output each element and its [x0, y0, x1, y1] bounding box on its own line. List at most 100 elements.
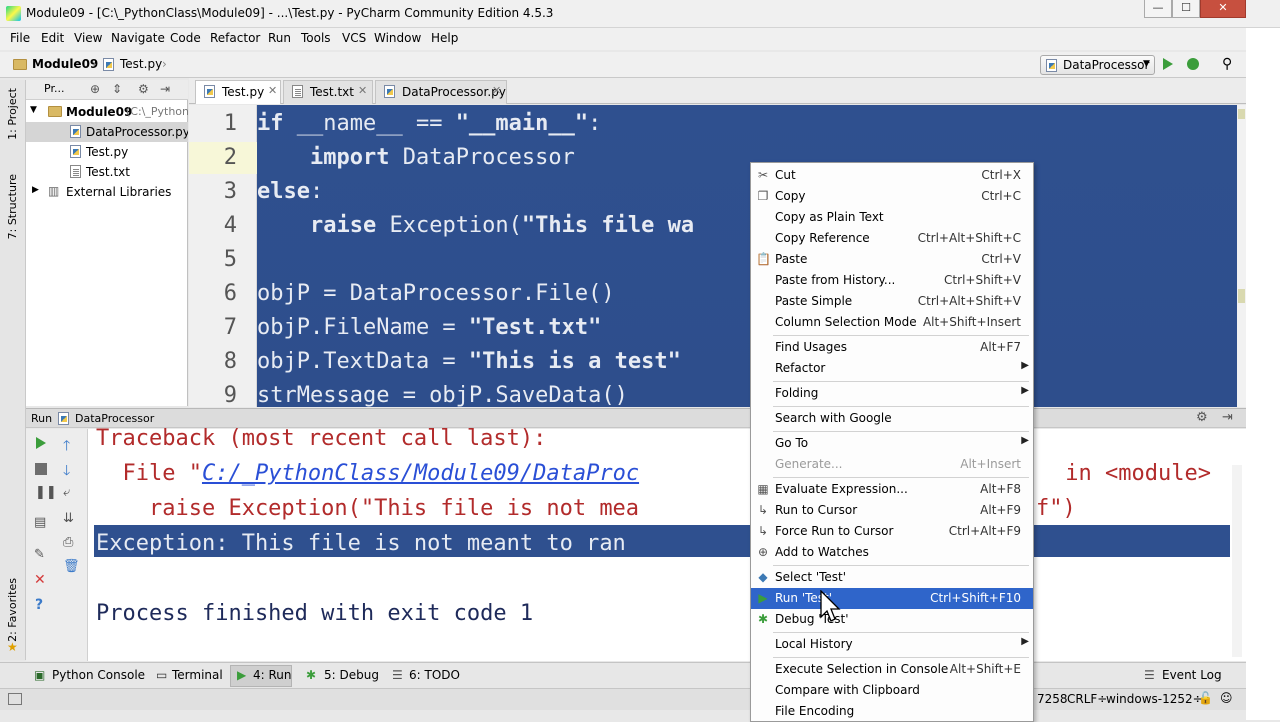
- tab-run[interactable]: 4: Run: [253, 668, 292, 682]
- tab-dataprocessor-py[interactable]: DataProcessor.py ✕: [375, 80, 507, 104]
- breadcrumb-folder[interactable]: Module09: [32, 57, 98, 71]
- breadcrumb-file[interactable]: Test.py: [120, 57, 162, 71]
- menu-navigate[interactable]: Navigate: [111, 31, 165, 45]
- menu-item-go-to[interactable]: Go To ▶: [751, 433, 1033, 454]
- menu-item-find-usages[interactable]: Find Usages Alt+F7: [751, 337, 1033, 358]
- arrow-down-icon[interactable]: 🡓: [63, 460, 70, 484]
- menu-run[interactable]: Run: [268, 31, 291, 45]
- menu-item-cut[interactable]: ✂ Cut Ctrl+X: [751, 165, 1033, 186]
- menu-view[interactable]: View: [74, 31, 102, 45]
- stop-icon[interactable]: [35, 463, 47, 475]
- run-config-dropdown[interactable]: DataProcessor ▼: [1040, 55, 1155, 75]
- menu-item-compare-with-clipboard[interactable]: Compare with Clipboard: [751, 680, 1033, 701]
- menu-item-copy[interactable]: ❐ Copy Ctrl+C: [751, 186, 1033, 207]
- menu-item-local-history[interactable]: Local History ▶: [751, 634, 1033, 655]
- run-header-config[interactable]: DataProcessor: [75, 412, 154, 425]
- menu-item-run-test[interactable]: ▶ Run 'Test' Ctrl+Shift+F10: [751, 588, 1033, 609]
- gear-icon[interactable]: ⚙: [1196, 410, 1208, 425]
- console-scrollbar[interactable]: [1232, 465, 1242, 657]
- close-icon[interactable]: ✕: [492, 84, 501, 97]
- file-encoding[interactable]: windows-1252÷: [1106, 692, 1203, 706]
- code-line[interactable]: strMessage = objP.SaveData(): [257, 383, 628, 407]
- code-line[interactable]: objP = DataProcessor.File(): [257, 281, 615, 306]
- file-link[interactable]: C:/_PythonClass/Module09/DataProc: [202, 461, 639, 486]
- tab-event-log[interactable]: Event Log: [1162, 668, 1222, 682]
- help-icon[interactable]: ?: [35, 597, 43, 613]
- menu-item-paste[interactable]: 📋 Paste Ctrl+V: [751, 249, 1033, 270]
- menu-refactor[interactable]: Refactor: [210, 31, 260, 45]
- menu-item-paste-from-history[interactable]: Paste from History... Ctrl+Shift+V: [751, 270, 1033, 291]
- tool-window-toggle-icon[interactable]: [8, 693, 22, 705]
- hide-icon[interactable]: ⇥: [160, 82, 170, 96]
- menu-item-add-to-watches[interactable]: ⊕ Add to Watches: [751, 542, 1033, 563]
- trash-icon[interactable]: 🗑: [63, 559, 80, 574]
- close-icon[interactable]: ✕: [268, 84, 277, 97]
- project-view-label[interactable]: Pr...: [44, 82, 64, 95]
- tree-item[interactable]: Test.txt: [26, 162, 188, 182]
- print-icon[interactable]: ⎙: [63, 535, 73, 550]
- debug-icon[interactable]: [1187, 58, 1199, 70]
- soft-wrap-icon[interactable]: ⤶: [63, 485, 70, 500]
- code-line[interactable]: objP.FileName = "Test.txt": [257, 315, 601, 340]
- search-icon[interactable]: ⚲: [1222, 56, 1232, 72]
- arrow-up-icon[interactable]: 🡑: [63, 435, 70, 459]
- menu-file[interactable]: File: [10, 31, 30, 45]
- menu-edit[interactable]: Edit: [41, 31, 64, 45]
- menu-item-paste-simple[interactable]: Paste Simple Ctrl+Alt+Shift+V: [751, 291, 1033, 312]
- menu-item-column-selection-mode[interactable]: Column Selection Mode Alt+Shift+Insert: [751, 312, 1033, 333]
- tab-test-txt[interactable]: Test.txt ✕: [283, 80, 373, 104]
- menu-item-evaluate-expression[interactable]: ▦ Evaluate Expression... Alt+F8: [751, 479, 1033, 500]
- caret-position[interactable]: 7258: [1037, 692, 1068, 706]
- structure-tool-tab[interactable]: 7: Structure: [6, 174, 19, 239]
- editor-scrollbar[interactable]: [1237, 105, 1246, 407]
- menu-item-execute-selection-in-console[interactable]: Execute Selection in Console Alt+Shift+E: [751, 659, 1033, 680]
- lock-icon[interactable]: 🔓: [1198, 691, 1213, 705]
- menu-item-refactor[interactable]: Refactor ▶: [751, 358, 1033, 379]
- tab-test-py[interactable]: Test.py ✕: [195, 80, 281, 104]
- tab-python-console[interactable]: Python Console: [52, 668, 145, 682]
- scroll-end-icon[interactable]: ⇊: [63, 511, 74, 526]
- run-console[interactable]: 🡑 🡓 ❚❚ ⤶ ▤ ⇊ ⎙ ✎ 🗑 ✕ ? Traceback (most r…: [26, 426, 1246, 661]
- tab-debug[interactable]: 5: Debug: [324, 668, 379, 682]
- code-line[interactable]: if __name__ == "__main__":: [257, 111, 601, 136]
- code-area[interactable]: if __name__ == "__main__": import DataPr…: [257, 105, 1237, 407]
- menu-code[interactable]: Code: [170, 31, 201, 45]
- line-separator[interactable]: CRLF÷: [1067, 692, 1107, 706]
- menu-help[interactable]: Help: [431, 31, 458, 45]
- tree-root[interactable]: ▼ Module09 (C:\_Python: [26, 102, 188, 122]
- close-button[interactable]: ✕: [1200, 0, 1246, 18]
- minimize-button[interactable]: —: [1144, 0, 1172, 18]
- menu-item-file-encoding[interactable]: File Encoding: [751, 701, 1033, 722]
- hide-icon[interactable]: ⇥: [1222, 410, 1233, 425]
- menu-item-copy-as-plain-text[interactable]: Copy as Plain Text: [751, 207, 1033, 228]
- menu-item-run-to-cursor[interactable]: ↳ Run to Cursor Alt+F9: [751, 500, 1033, 521]
- close-icon[interactable]: ✕: [34, 572, 46, 588]
- target-icon[interactable]: ⊕: [90, 82, 100, 96]
- menu-tools[interactable]: Tools: [301, 31, 331, 45]
- code-line[interactable]: import DataProcessor: [257, 145, 575, 170]
- gear-icon[interactable]: ⚙: [138, 82, 149, 96]
- favorites-tool-tab[interactable]: 2: Favorites: [6, 578, 19, 642]
- menu-vcs[interactable]: VCS: [342, 31, 366, 45]
- tree-item[interactable]: DataProcessor.py: [26, 122, 188, 142]
- menu-item-force-run-to-cursor[interactable]: ↳ Force Run to Cursor Ctrl+Alt+F9: [751, 521, 1033, 542]
- pause-icon[interactable]: ❚❚: [35, 485, 57, 500]
- code-line[interactable]: objP.TextData = "This is a test": [257, 349, 681, 374]
- collapse-icon[interactable]: ⇕: [112, 82, 122, 96]
- code-editor[interactable]: 1 2 3 4 5 6 7 8 9 if __name__ == "__main__": imp…: [189, 105, 1246, 407]
- menu-item-select-test[interactable]: ◆ Select 'Test': [751, 567, 1033, 588]
- maximize-button[interactable]: ☐: [1172, 0, 1200, 18]
- project-tool-tab[interactable]: 1: Project: [6, 88, 19, 140]
- inspector-icon[interactable]: ☺: [1220, 691, 1233, 705]
- tree-item-external[interactable]: ▶ ▥ External Libraries: [26, 182, 188, 202]
- tree-item[interactable]: Test.py: [26, 142, 188, 162]
- run-icon[interactable]: [1163, 58, 1173, 70]
- tab-terminal[interactable]: Terminal: [172, 668, 223, 682]
- tab-todo[interactable]: 6: TODO: [409, 668, 460, 682]
- code-line[interactable]: else:: [257, 179, 323, 204]
- menu-item-folding[interactable]: Folding ▶: [751, 383, 1033, 404]
- rerun-icon[interactable]: [36, 437, 46, 449]
- menu-item-copy-reference[interactable]: Copy Reference Ctrl+Alt+Shift+C: [751, 228, 1033, 249]
- menu-item-debug-test[interactable]: ✱ Debug 'Test': [751, 609, 1033, 630]
- menu-window[interactable]: Window: [374, 31, 421, 45]
